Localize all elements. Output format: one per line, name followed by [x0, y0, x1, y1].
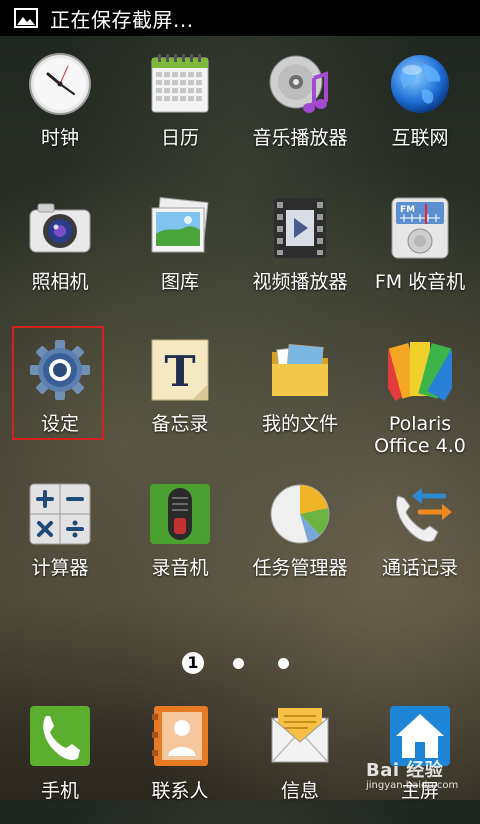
app-label: Polaris Office 4.0 [374, 413, 466, 457]
app-label: 照相机 [31, 271, 89, 293]
app-label: 日历 [160, 127, 199, 149]
app-polaris-office[interactable]: Polaris Office 4.0 [360, 338, 480, 458]
page-dot-current[interactable]: 1 [182, 652, 204, 674]
calendar-icon [148, 52, 212, 116]
task-manager-icon [268, 482, 332, 546]
app-label: FM 收音机 [374, 271, 466, 293]
app-task-manager[interactable]: 任务管理器 [240, 482, 360, 602]
app-calendar[interactable]: 日历 [120, 52, 240, 172]
app-label: 手机 [40, 780, 79, 802]
app-label: 音乐播放器 [252, 127, 348, 149]
app-label: 录音机 [151, 557, 209, 579]
status-bar: 正在保存截屏... [0, 0, 480, 36]
app-label: 通话记录 [381, 557, 458, 579]
app-label: 图库 [160, 271, 199, 293]
app-video-player[interactable]: 视频播放器 [240, 196, 360, 316]
app-settings[interactable]: 设定 [0, 338, 120, 458]
app-label: 我的文件 [261, 413, 338, 435]
app-label: 视频播放器 [252, 271, 348, 293]
phone-icon [28, 704, 92, 768]
gear-icon [28, 338, 92, 402]
app-music-player[interactable]: 音乐播放器 [240, 52, 360, 172]
folder-icon [268, 338, 332, 402]
watermark-sub: jingyan.baidu.com [366, 780, 459, 791]
page-dot[interactable] [233, 658, 244, 669]
app-call-log[interactable]: 通话记录 [360, 482, 480, 602]
app-calculator[interactable]: 计算器 [0, 482, 120, 602]
watermark: Bai 经验 jingyan.baidu.com [366, 756, 478, 796]
app-label: 计算器 [31, 557, 89, 579]
memo-icon: T [148, 338, 212, 402]
app-label: 信息 [280, 780, 319, 802]
video-player-icon [268, 196, 332, 260]
call-log-icon [388, 482, 452, 546]
app-label: 备忘录 [151, 413, 209, 435]
app-my-files[interactable]: 我的文件 [240, 338, 360, 458]
app-label: 任务管理器 [252, 557, 348, 579]
music-player-icon [268, 52, 332, 116]
app-memo[interactable]: T 备忘录 [120, 338, 240, 458]
dock-messages[interactable]: 信息 [240, 704, 360, 824]
app-label: 互联网 [391, 127, 449, 149]
page-indicator: 1 [180, 652, 300, 676]
app-camera[interactable]: 照相机 [0, 196, 120, 316]
globe-icon [388, 52, 452, 116]
dock-phone[interactable]: 手机 [0, 704, 120, 824]
app-fm-radio[interactable]: FM FM 收音机 [360, 196, 480, 316]
fm-radio-icon: FM [388, 196, 452, 260]
clock-icon [28, 52, 92, 116]
app-label: 设定 [40, 413, 79, 435]
watermark-main: Bai 经验 [366, 760, 444, 781]
app-clock[interactable]: 时钟 [0, 52, 120, 172]
camera-icon [28, 196, 92, 260]
contacts-icon [148, 704, 212, 768]
app-label: 联系人 [151, 780, 209, 802]
gallery-icon [148, 196, 212, 260]
svg-text:T: T [164, 347, 195, 396]
app-label: 时钟 [40, 127, 79, 149]
app-internet[interactable]: 互联网 [360, 52, 480, 172]
page-dot[interactable] [278, 658, 289, 669]
polaris-office-icon [371, 338, 469, 402]
messages-icon [268, 704, 332, 768]
status-notification-text: 正在保存截屏... [50, 7, 194, 32]
calculator-icon [28, 482, 92, 546]
app-gallery[interactable]: 图库 [120, 196, 240, 316]
voice-recorder-icon [148, 482, 212, 546]
dock-contacts[interactable]: 联系人 [120, 704, 240, 824]
svg-text:FM: FM [400, 205, 415, 215]
app-voice-recorder[interactable]: 录音机 [120, 482, 240, 602]
image-icon [14, 8, 38, 28]
